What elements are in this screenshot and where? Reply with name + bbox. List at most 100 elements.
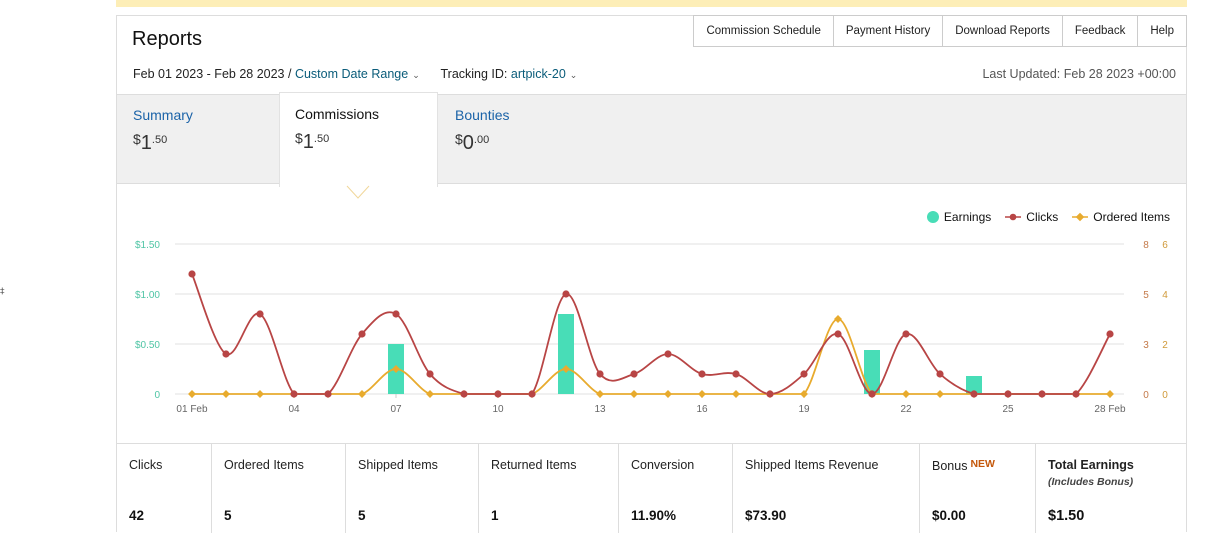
date-range-dropdown[interactable]: Custom Date Range <box>295 67 408 81</box>
clicks-point <box>528 390 536 398</box>
stat-shipped-revenue-value: $73.90 <box>745 508 787 523</box>
x-tick-label: 01 Feb <box>176 404 208 415</box>
clicks-point <box>834 330 842 338</box>
date-range-text: Feb 01 2023 - Feb 28 2023 <box>133 67 285 81</box>
notification-banner-strip <box>116 0 1187 7</box>
commissions-amount: $1.50 <box>295 130 330 153</box>
filter-row: Feb 01 2023 - Feb 28 2023 / Custom Date … <box>133 67 577 81</box>
page-title: Reports <box>132 28 203 50</box>
tab-bounties-label[interactable]: Bounties <box>455 107 509 123</box>
clicks-point <box>1038 390 1046 398</box>
summary-band: Summary $1.50 Bounties $0.00 <box>117 94 1186 184</box>
clicks-point <box>1106 330 1114 338</box>
x-tick-label: 16 <box>696 404 708 415</box>
ordered-items-point <box>358 390 366 398</box>
chevron-down-icon[interactable]: ⌄ <box>570 70 578 80</box>
clicks-point <box>800 370 808 378</box>
stat-shipped-items-value: 5 <box>358 508 366 523</box>
y-right-items-tick-label: 0 <box>1162 390 1168 401</box>
tab-commissions-label: Commissions <box>295 106 380 122</box>
ordered-items-point <box>834 315 842 323</box>
stat-clicks-value: 42 <box>129 508 145 523</box>
tab-commissions[interactable]: Commissions $1.50 <box>279 92 438 187</box>
stat-conversion: Conversion 11.90% <box>619 444 733 533</box>
stat-returned-items-value: 1 <box>491 508 499 523</box>
clicks-point <box>630 370 638 378</box>
x-tick-label: 22 <box>900 404 912 415</box>
earnings-bar <box>864 350 880 394</box>
stat-conversion-value: 11.90% <box>631 508 677 523</box>
payment-history-link[interactable]: Payment History <box>832 15 944 47</box>
clicks-point <box>1004 390 1012 398</box>
ordered-items-point <box>188 390 196 398</box>
earnings-bar <box>558 314 574 394</box>
clicks-point <box>562 290 570 298</box>
clicks-point <box>358 330 366 338</box>
stat-total-note: (Includes Bonus) <box>1048 476 1134 488</box>
x-tick-label: 19 <box>798 404 810 415</box>
clicks-point <box>596 370 604 378</box>
stat-ordered-items-value: 5 <box>224 508 232 523</box>
stat-clicks: Clicks 42 <box>117 444 212 533</box>
y-left-tick-label: 0 <box>154 390 160 401</box>
clicks-point <box>970 390 978 398</box>
clicks-point <box>426 370 434 378</box>
ordered-items-point <box>732 390 740 398</box>
ordered-items-point <box>222 390 230 398</box>
tab-bounties[interactable]: Bounties $0.00 <box>455 107 509 155</box>
tracking-id-dropdown[interactable]: artpick-20 <box>511 67 566 81</box>
commission-schedule-link[interactable]: Commission Schedule <box>693 15 834 47</box>
date-separator: / <box>284 67 295 81</box>
clicks-point <box>324 390 332 398</box>
clicks-point <box>766 390 774 398</box>
stat-shipped-revenue: Shipped Items Revenue $73.90 <box>733 444 920 533</box>
y-left-tick-label: $1.50 <box>135 240 160 251</box>
last-updated: Last Updated: Feb 28 2023 +00:00 <box>982 67 1176 81</box>
reports-panel: Reports Commission Schedule Payment Hist… <box>116 15 1187 533</box>
x-tick-label: 10 <box>492 404 504 415</box>
y-right-items-tick-label: 6 <box>1162 240 1168 251</box>
stat-bonus-value: $0.00 <box>932 508 966 523</box>
clicks-point <box>392 310 400 318</box>
clicks-point <box>868 390 876 398</box>
chevron-down-icon[interactable]: ⌄ <box>412 70 420 80</box>
feedback-link[interactable]: Feedback <box>1061 15 1139 47</box>
help-link[interactable]: Help <box>1137 15 1187 47</box>
tab-summary-label[interactable]: Summary <box>133 107 193 123</box>
x-tick-label: 04 <box>288 404 300 415</box>
ordered-items-point <box>698 390 706 398</box>
clicks-point <box>902 330 910 338</box>
download-reports-link[interactable]: Download Reports <box>942 15 1063 47</box>
tab-summary[interactable]: Summary $1.50 <box>133 107 193 155</box>
clicks-point <box>1072 390 1080 398</box>
stat-returned-items: Returned Items 1 <box>479 444 619 533</box>
ordered-items-point <box>1106 390 1114 398</box>
y-left-tick-label: $0.50 <box>135 340 160 351</box>
clicks-point <box>290 390 298 398</box>
x-tick-label: 25 <box>1002 404 1014 415</box>
ordered-items-point <box>426 390 434 398</box>
x-tick-label: 28 Feb <box>1094 404 1126 415</box>
x-tick-label: 07 <box>390 404 402 415</box>
stats-row: Clicks 42 Ordered Items 5 Shipped Items … <box>117 443 1186 533</box>
tracking-id-label: Tracking ID: <box>440 67 508 81</box>
y-right-clicks-tick-label: 8 <box>1143 240 1149 251</box>
new-badge: NEW <box>970 458 995 470</box>
stat-ordered-items: Ordered Items 5 <box>212 444 346 533</box>
clicks-point <box>494 390 502 398</box>
clicks-point <box>664 350 672 358</box>
top-nav: Commission Schedule Payment History Down… <box>693 15 1187 47</box>
clicks-point <box>188 270 196 278</box>
clicks-point <box>698 370 706 378</box>
y-left-tick-label: $1.00 <box>135 290 160 301</box>
clicks-point <box>222 350 230 358</box>
earnings-chart: 0 0 0 $0.50 3 2 $1.00 5 4 $1.50 8 6 01 Feb 04 07 10 13 16… <box>135 240 1168 415</box>
clicks-point <box>256 310 264 318</box>
stat-shipped-items: Shipped Items 5 <box>346 444 479 533</box>
ordered-items-point <box>936 390 944 398</box>
y-right-clicks-tick-label: 5 <box>1143 290 1149 301</box>
summary-amount: $1.50 <box>133 131 168 154</box>
ordered-items-point <box>256 390 264 398</box>
stat-bonus: Bonus NEW $0.00 <box>920 444 1036 533</box>
tab-commissions-content: Commissions $1.50 <box>295 106 379 154</box>
